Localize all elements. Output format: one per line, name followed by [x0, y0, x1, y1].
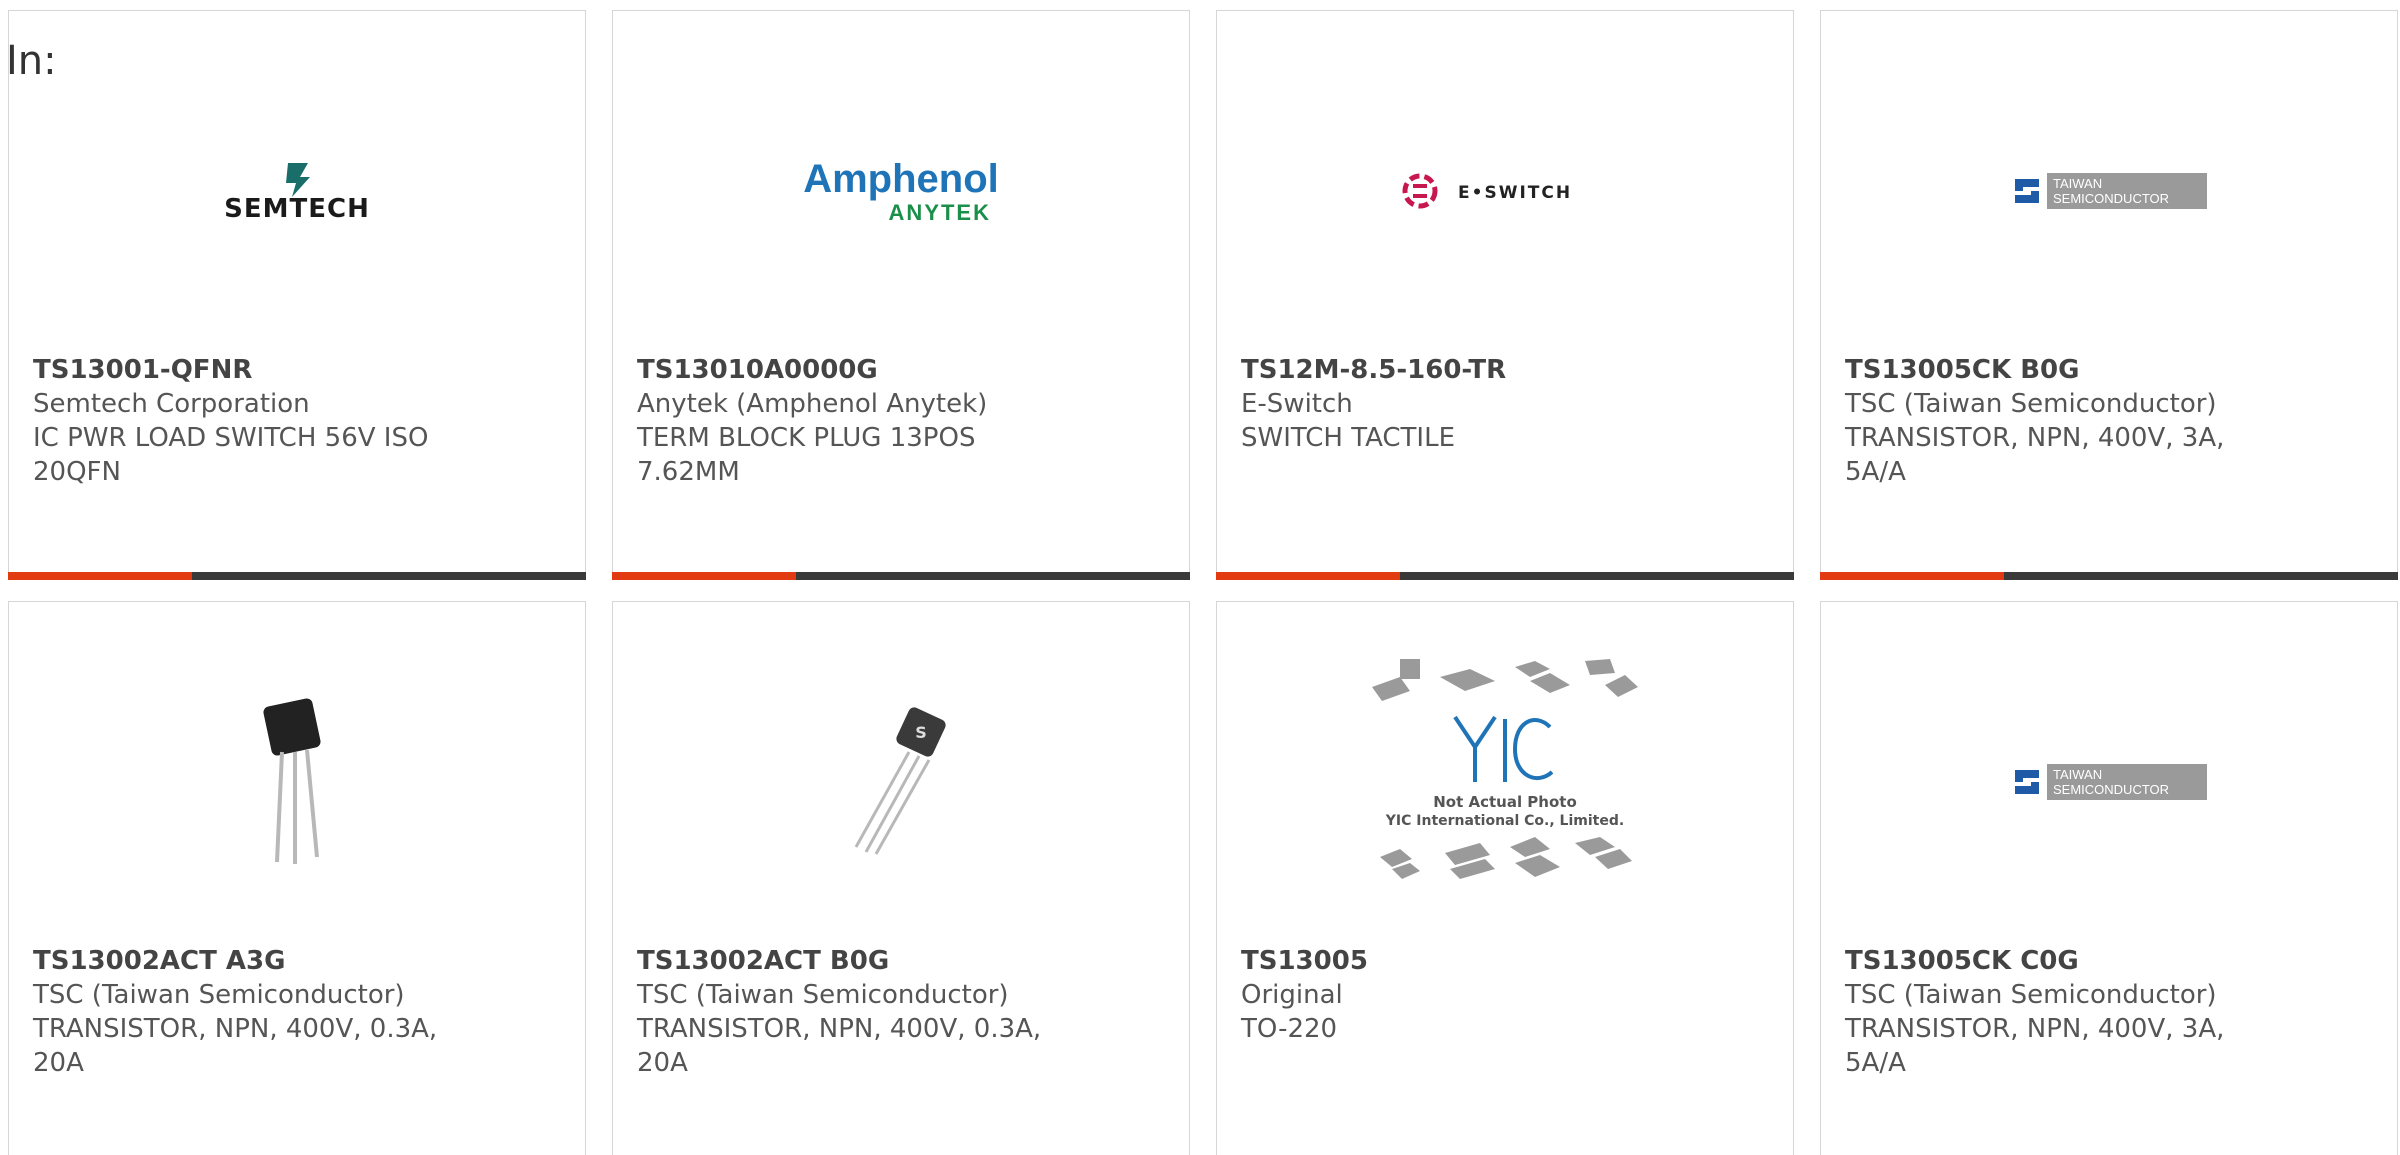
description: TO-220	[1241, 1014, 1338, 1044]
product-card[interactable]: Not Actual Photo YIC International Co., …	[1216, 601, 1794, 1155]
card-bottom-bar	[8, 572, 586, 580]
description: TERM BLOCK PLUG 13POS 7.62MM	[637, 423, 976, 487]
card-accent	[612, 572, 796, 580]
part-number[interactable]: TS13010A0000G	[637, 353, 1067, 387]
description: SWITCH TACTILE	[1241, 423, 1456, 453]
tsc-logo-text-2: SEMICONDUCTOR	[2053, 782, 2169, 797]
product-card[interactable]: E•SWITCH TS12M-8.5-160-TR E-Switch SWITC…	[1216, 10, 1794, 580]
amphenol-anytek-logo: Amphenol ANYTEK	[613, 101, 1189, 281]
description: IC PWR LOAD SWITCH 56V ISO 20QFN	[33, 423, 429, 487]
part-number[interactable]: TS13005CK B0G	[1845, 353, 2275, 387]
amphenol-logo-text: Amphenol	[803, 157, 999, 201]
product-card[interactable]: TAIWAN SEMICONDUCTOR TS13005CK B0G TSC (…	[1820, 10, 2398, 580]
placeholder-text-1: Not Actual Photo	[1433, 793, 1577, 811]
description: TRANSISTOR, NPN, 400V, 3A, 5A/A	[1845, 423, 2225, 487]
manufacturer: TSC (Taiwan Semiconductor)	[637, 980, 1009, 1010]
e-switch-logo: E•SWITCH	[1217, 101, 1793, 281]
description: TRANSISTOR, NPN, 400V, 0.3A, 20A	[637, 1014, 1042, 1078]
card-bottom-bar	[1820, 572, 2398, 580]
card-accent	[1820, 572, 2004, 580]
manufacturer: Semtech Corporation	[33, 389, 310, 419]
product-card[interactable]: TAIWAN SEMICONDUCTOR TS13005CK C0G TSC (…	[1820, 601, 2398, 1155]
anytek-logo-text: ANYTEK	[889, 200, 991, 225]
to92-transistor-photo-tsc: S	[613, 692, 1189, 872]
description: TRANSISTOR, NPN, 400V, 0.3A, 20A	[33, 1014, 438, 1078]
card-accent	[8, 572, 192, 580]
part-number[interactable]: TS13002ACT A3G	[33, 944, 463, 978]
part-number[interactable]: TS13002ACT B0G	[637, 944, 1067, 978]
product-card[interactable]: SEMTECH TS13001-QFNR Semtech Corporation…	[8, 10, 586, 580]
manufacturer: E-Switch	[1241, 389, 1353, 419]
tsc-logo-text-1: TAIWAN	[2053, 767, 2102, 782]
manufacturer: Anytek (Amphenol Anytek)	[637, 389, 988, 419]
manufacturer: TSC (Taiwan Semiconductor)	[1845, 980, 2217, 1010]
taiwan-semiconductor-logo: TAIWAN SEMICONDUCTOR	[1821, 692, 2397, 872]
part-number[interactable]: TS13005CK C0G	[1845, 944, 2275, 978]
product-info: TS13005 Original TO-220	[1241, 944, 1671, 1046]
svg-text:S: S	[915, 723, 927, 742]
card-bottom-bar	[1216, 572, 1794, 580]
placeholder-text-2: YIC International Co., Limited.	[1385, 813, 1624, 829]
semtech-logo: SEMTECH	[9, 101, 585, 281]
e-switch-logo-text: E•SWITCH	[1458, 183, 1572, 203]
manufacturer: TSC (Taiwan Semiconductor)	[1845, 389, 2217, 419]
description: TRANSISTOR, NPN, 400V, 3A, 5A/A	[1845, 1014, 2225, 1078]
filter-label: In:	[6, 38, 57, 84]
product-info: TS12M-8.5-160-TR E-Switch SWITCH TACTILE	[1241, 353, 1671, 455]
taiwan-semiconductor-logo: TAIWAN SEMICONDUCTOR	[1821, 101, 2397, 281]
part-number[interactable]: TS13005	[1241, 944, 1671, 978]
product-card[interactable]: TS13002ACT A3G TSC (Taiwan Semiconductor…	[8, 601, 586, 1155]
product-grid: SEMTECH TS13001-QFNR Semtech Corporation…	[8, 10, 2398, 1155]
product-card[interactable]: Amphenol ANYTEK TS13010A0000G Anytek (Am…	[612, 10, 1190, 580]
product-info: TS13005CK B0G TSC (Taiwan Semiconductor)…	[1845, 353, 2275, 489]
page: In: SEMTECH TS13001-QFNR Semtech Corpora…	[0, 0, 2400, 1155]
product-info: TS13005CK C0G TSC (Taiwan Semiconductor)…	[1845, 944, 2275, 1080]
tsc-logo-text-2: SEMICONDUCTOR	[2053, 191, 2169, 206]
manufacturer: TSC (Taiwan Semiconductor)	[33, 980, 405, 1010]
to92-transistor-photo	[9, 692, 585, 872]
part-number[interactable]: TS12M-8.5-160-TR	[1241, 353, 1671, 387]
card-accent	[1216, 572, 1400, 580]
yic-placeholder-image: Not Actual Photo YIC International Co., …	[1217, 659, 1793, 879]
manufacturer: Original	[1241, 980, 1343, 1010]
semtech-logo-text: SEMTECH	[224, 194, 370, 221]
product-card[interactable]: S TS13002ACT B0G TSC (Taiwan Semiconduct…	[612, 601, 1190, 1155]
product-info: TS13002ACT A3G TSC (Taiwan Semiconductor…	[33, 944, 463, 1080]
product-info: TS13001-QFNR Semtech Corporation IC PWR …	[33, 353, 463, 489]
part-number[interactable]: TS13001-QFNR	[33, 353, 463, 387]
product-info: TS13010A0000G Anytek (Amphenol Anytek) T…	[637, 353, 1067, 489]
card-bottom-bar	[612, 572, 1190, 580]
product-info: TS13002ACT B0G TSC (Taiwan Semiconductor…	[637, 944, 1067, 1080]
tsc-logo-text-1: TAIWAN	[2053, 176, 2102, 191]
